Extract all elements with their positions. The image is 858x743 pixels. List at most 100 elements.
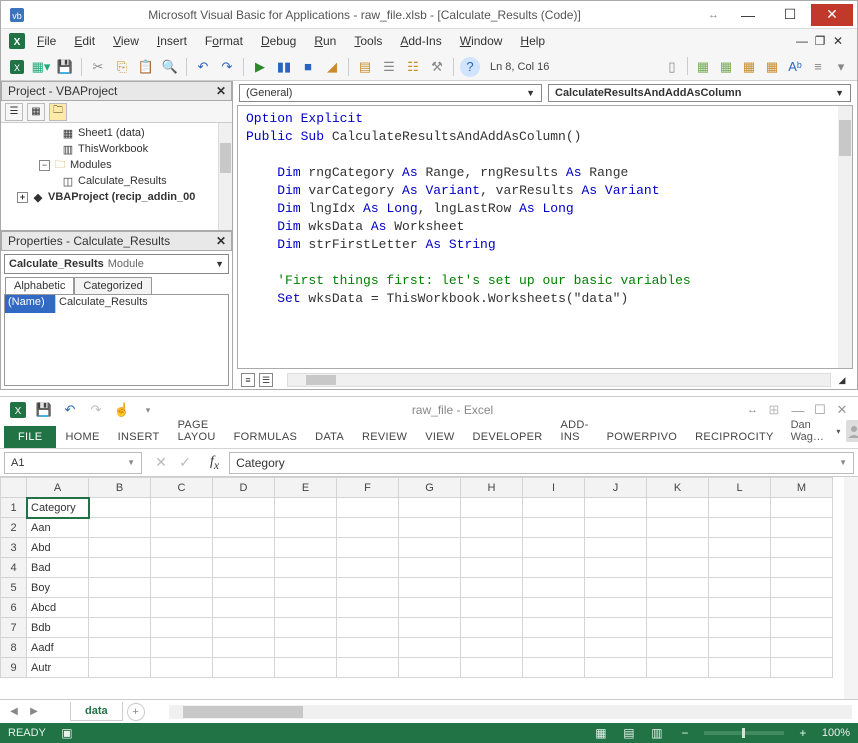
zoom-slider[interactable] — [704, 731, 784, 735]
extra-tool-6[interactable]: Aᵇ — [785, 57, 805, 77]
row-header[interactable]: 1 — [1, 498, 27, 518]
design-mode-button[interactable]: ◢ — [322, 57, 342, 77]
view-code-button[interactable]: ☰ — [5, 103, 23, 121]
sheet-nav-prev[interactable]: ◀ — [6, 704, 22, 720]
row-header[interactable]: 5 — [1, 578, 27, 598]
cell-A1[interactable]: Category — [27, 498, 89, 518]
row-header[interactable]: 3 — [1, 538, 27, 558]
project-explorer-button[interactable]: ▤ — [355, 57, 375, 77]
ribbon-tab-view[interactable]: VIEW — [416, 426, 463, 448]
vbe-minimize-button[interactable]: — — [727, 4, 769, 26]
menu-addins[interactable]: Add-Ins — [392, 31, 449, 51]
extra-tool-7[interactable]: ≡ — [808, 57, 828, 77]
full-screen-button[interactable]: ⊞ — [764, 400, 784, 420]
ribbon-tab-powerpivot[interactable]: POWERPIVO — [598, 426, 687, 448]
row-header[interactable]: 6 — [1, 598, 27, 618]
col-header-E[interactable]: E — [275, 478, 337, 498]
fx-enter-button[interactable]: ✓ — [174, 452, 196, 474]
cell-A3[interactable]: Abd — [27, 538, 89, 558]
col-header-J[interactable]: J — [585, 478, 647, 498]
sheet-tab-data[interactable]: data — [70, 702, 123, 721]
col-header-H[interactable]: H — [461, 478, 523, 498]
vbe-maximize-button[interactable]: ☐ — [769, 4, 811, 26]
view-pagebreak-button[interactable]: ▥ — [648, 726, 666, 740]
name-box[interactable]: A1▼ — [4, 452, 142, 474]
cell-A8[interactable]: Aadf — [27, 638, 89, 658]
zoom-in-button[interactable]: + — [794, 726, 812, 740]
code-resize-grip[interactable]: ◢ — [835, 373, 849, 387]
child-restore-button[interactable]: ❐ — [813, 34, 827, 48]
menu-edit[interactable]: Edit — [66, 31, 103, 51]
run-button[interactable]: ▶ — [250, 57, 270, 77]
tab-categorized[interactable]: Categorized — [74, 277, 151, 294]
col-header-K[interactable]: K — [647, 478, 709, 498]
formula-input[interactable]: Category▼ — [229, 452, 854, 474]
view-pagelayout-button[interactable]: ▤ — [620, 726, 638, 740]
procedure-combo[interactable]: CalculateResultsAndAddAsColumn▼ — [548, 84, 851, 102]
ribbon-tab-addins[interactable]: ADD-INS — [551, 414, 597, 448]
help-button[interactable]: ? — [460, 57, 480, 77]
extra-tool-4[interactable]: ▦ — [739, 57, 759, 77]
paste-button[interactable]: 📋 — [136, 57, 156, 77]
project-tree-vscroll[interactable] — [218, 123, 232, 230]
sheet-nav-next[interactable]: ▶ — [26, 704, 42, 720]
excel-icon[interactable]: X — [8, 400, 28, 420]
col-header-G[interactable]: G — [399, 478, 461, 498]
cell-A2[interactable]: Aan — [27, 518, 89, 538]
menu-run[interactable]: Run — [306, 31, 344, 51]
project-explorer-close-button[interactable]: ✕ — [213, 83, 229, 99]
properties-object-combo[interactable]: Calculate_Results Module ▼ — [4, 254, 229, 274]
undo-button[interactable]: ↶ — [193, 57, 213, 77]
qa-touch-button[interactable]: ☝ — [112, 400, 132, 420]
worksheet-grid[interactable]: A B C D E F G H I J K L M 1Category 2Aan… — [0, 477, 833, 678]
menu-view[interactable]: View — [105, 31, 147, 51]
code-vscroll[interactable] — [838, 106, 852, 368]
menu-insert[interactable]: Insert — [149, 31, 195, 51]
break-button[interactable]: ▮▮ — [274, 57, 294, 77]
tree-sheet1[interactable]: ▦Sheet1 (data) — [1, 125, 232, 141]
tree-modules-folder[interactable]: −🗀Modules — [1, 157, 232, 173]
vbe-close-button[interactable]: ✕ — [811, 4, 853, 26]
col-header-B[interactable]: B — [89, 478, 151, 498]
collapse-icon[interactable]: − — [39, 160, 50, 171]
extra-tool-2[interactable]: ▦ — [693, 57, 713, 77]
extra-tool-5[interactable]: ▦ — [762, 57, 782, 77]
view-normal-button[interactable]: ▦ — [592, 726, 610, 740]
select-all-button[interactable] — [1, 478, 27, 498]
row-header[interactable]: 9 — [1, 658, 27, 678]
sheet-hscroll[interactable] — [169, 705, 852, 719]
cell-A6[interactable]: Abcd — [27, 598, 89, 618]
extra-tool-1[interactable]: ▯ — [662, 57, 682, 77]
project-tree[interactable]: ▦Sheet1 (data) ▥ThisWorkbook −🗀Modules ◫… — [1, 123, 232, 230]
extra-tool-8[interactable]: ▾ — [831, 57, 851, 77]
save-button[interactable]: 💾 — [55, 57, 75, 77]
cell-A5[interactable]: Boy — [27, 578, 89, 598]
zoom-out-button[interactable]: − — [676, 726, 694, 740]
ribbon-tab-review[interactable]: REVIEW — [353, 426, 416, 448]
cut-button[interactable]: ✂ — [88, 57, 108, 77]
tree-module-calculate-results[interactable]: ◫Calculate_Results — [1, 173, 232, 189]
project-explorer-header[interactable]: Project - VBAProject ✕ — [1, 81, 232, 101]
find-button[interactable]: 🔍 — [160, 57, 180, 77]
menu-file[interactable]: File — [29, 31, 64, 51]
properties-button[interactable]: ☰ — [379, 57, 399, 77]
extra-tool-3[interactable]: ▦ — [716, 57, 736, 77]
ribbon-tab-data[interactable]: DATA — [306, 426, 353, 448]
grid-vscroll[interactable] — [844, 477, 858, 699]
toolbox-button[interactable]: ⚒ — [427, 57, 447, 77]
row-header[interactable]: 8 — [1, 638, 27, 658]
insert-dropdown[interactable]: ▦▾ — [31, 57, 51, 77]
ribbon-tab-formulas[interactable]: FORMULAS — [225, 426, 307, 448]
menu-window[interactable]: Window — [452, 31, 511, 51]
code-hscroll[interactable] — [287, 373, 831, 387]
object-browser-button[interactable]: ☷ — [403, 57, 423, 77]
properties-close-button[interactable]: ✕ — [213, 233, 229, 249]
row-header[interactable]: 2 — [1, 518, 27, 538]
col-header-M[interactable]: M — [771, 478, 833, 498]
row-header[interactable]: 7 — [1, 618, 27, 638]
code-text[interactable]: Option Explicit Public Sub CalculateResu… — [238, 106, 852, 312]
copy-button[interactable]: ⎘ — [112, 57, 132, 77]
toggle-folders-button[interactable]: 🗀 — [49, 103, 67, 121]
zoom-level[interactable]: 100% — [822, 727, 850, 739]
object-combo[interactable]: (General)▼ — [239, 84, 542, 102]
